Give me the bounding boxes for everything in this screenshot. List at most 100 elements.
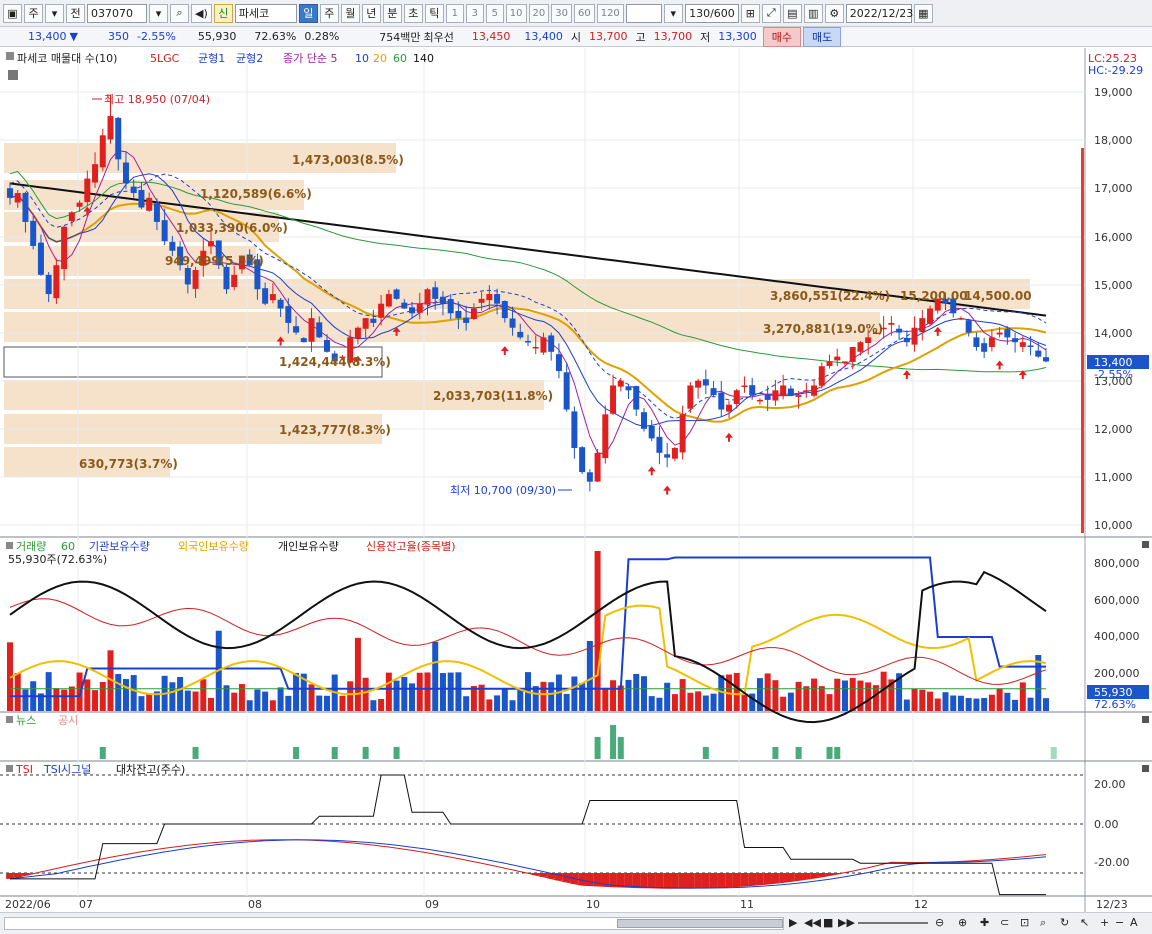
font-icon[interactable]: A (1130, 916, 1138, 929)
interval-120[interactable]: 120 (596, 3, 624, 23)
interval-5[interactable]: 5 (485, 3, 504, 23)
volume-bar (934, 698, 941, 711)
zoom-in-icon[interactable]: ⊕ (958, 916, 967, 929)
layout-icon[interactable]: ▣ (3, 3, 22, 23)
y-tick: 800,000 (1094, 557, 1140, 570)
custom-interval-input[interactable] (625, 3, 662, 23)
stock-chart[interactable]: 1,473,003(8.5%) 1,120,589(6.6%) 1,033,39… (0, 48, 1152, 912)
candle-body (795, 395, 802, 397)
font-increase-icon[interactable]: + (1100, 916, 1109, 929)
legend-balance1: 균형1 (198, 52, 225, 65)
vp-label: 1,473,003(8.5%) (292, 153, 404, 167)
sell-button[interactable]: 매도 (803, 26, 842, 47)
period-select[interactable]: 주 (24, 3, 43, 23)
tab-second[interactable]: 초 (403, 3, 423, 23)
interval-3[interactable]: 3 (465, 3, 484, 23)
speaker-icon[interactable]: ◀) (191, 3, 212, 23)
tab-week[interactable]: 주 (319, 3, 339, 23)
candle-body (45, 274, 52, 295)
volume-bar (184, 690, 191, 711)
volume-bar (277, 687, 284, 711)
save-icon[interactable]: ▥ (803, 3, 823, 23)
price-line-label: 14,500.00 (964, 289, 1032, 303)
candle-body (53, 265, 60, 299)
stock-code-input[interactable]: 037070 (87, 3, 147, 23)
x-tick: 08 (248, 898, 262, 911)
stock-name-field[interactable]: 파세코 (234, 3, 297, 23)
scrollbar-track[interactable] (4, 917, 784, 930)
chevron-down-icon[interactable]: ▾ (663, 3, 683, 23)
best-bid: 13,400 (524, 30, 563, 43)
calendar-icon[interactable]: ▦ (913, 3, 933, 23)
candle-body (470, 308, 477, 319)
volume-bar (741, 693, 748, 711)
quote-bar: 13,400 ▼ 350 -2.55% 55,930 72.63% 0.28% … (0, 26, 1152, 47)
volume-bar (138, 696, 145, 711)
volume-bar (965, 698, 972, 711)
scrollbar-thumb[interactable] (617, 919, 783, 928)
tab-tick[interactable]: 틱 (424, 3, 444, 23)
chevron-down-icon[interactable]: ▾ (149, 3, 168, 23)
volume-bar (710, 693, 717, 711)
panel-collapse-icon[interactable] (1142, 541, 1149, 548)
candle-body (409, 307, 416, 314)
tab-minute[interactable]: 분 (382, 3, 402, 23)
interval-60[interactable]: 60 (573, 3, 595, 23)
gear-icon[interactable]: ⚙ (824, 3, 844, 23)
font-decrease-icon[interactable]: − (1115, 916, 1124, 929)
candle-body (826, 361, 833, 366)
current-price: 13,400 (28, 30, 67, 43)
stop-icon[interactable]: ■ (823, 916, 833, 929)
rewind-icon[interactable]: ◀◀ (804, 916, 821, 929)
crosshair-icon[interactable]: ✚ (980, 916, 989, 929)
candle-body (648, 425, 655, 439)
candle-body (138, 189, 145, 208)
count-field[interactable]: 130/600 (684, 3, 739, 23)
panel-collapse-icon[interactable] (1142, 716, 1149, 723)
candle-body (602, 414, 609, 459)
legend-individual: 개인보유수량 (278, 540, 339, 553)
search-icon[interactable]: ⌕ (170, 3, 189, 23)
interval-20[interactable]: 20 (528, 3, 550, 23)
candle-body (525, 340, 531, 343)
candle-body (509, 318, 516, 328)
legend-ma20: 20 (373, 52, 387, 65)
forward-icon[interactable]: ▶▶ (838, 916, 855, 929)
zoom-area-icon[interactable]: ⊡ (1020, 916, 1029, 929)
tab-month[interactable]: 월 (340, 3, 360, 23)
y-tick: 20.00 (1094, 778, 1126, 791)
x-tick: 07 (79, 898, 93, 911)
vp-label: 3,860,551(22.4%) (770, 289, 890, 303)
search-icon[interactable]: ⌕ (1040, 916, 1046, 930)
refresh-icon[interactable]: ↻ (1060, 916, 1069, 929)
interval-10[interactable]: 10 (505, 3, 527, 23)
candle-body (733, 390, 740, 404)
chart-type-icon[interactable]: ▤ (782, 3, 802, 23)
magnet-icon[interactable]: ⊂ (1000, 916, 1009, 929)
volume-bar (834, 678, 841, 711)
chevron-down-icon[interactable]: ▾ (45, 3, 64, 23)
panel-collapse-icon[interactable] (1142, 765, 1149, 772)
interval-30[interactable]: 30 (551, 3, 572, 23)
volume-bar (269, 700, 276, 711)
candle-body (671, 448, 678, 459)
candle-body (378, 303, 385, 318)
prev-button[interactable]: 전 (66, 3, 85, 23)
zoom-out-icon[interactable]: ⊖ (935, 916, 944, 929)
zoom-slider[interactable] (858, 922, 928, 924)
draw-icon[interactable]: ⤢ (761, 3, 781, 23)
indicator-icon[interactable]: ⊞ (740, 3, 760, 23)
date-input[interactable]: 2022/12/23 (845, 3, 913, 23)
current-pct-tag: -2.55% (1094, 368, 1133, 381)
candle-body (223, 266, 230, 290)
arrow-icon[interactable]: ↖ (1080, 916, 1089, 929)
volume-bar (586, 641, 593, 711)
volume-bar (996, 688, 1003, 711)
candle-body (555, 354, 562, 372)
scroll-right-icon[interactable]: ▶ (789, 916, 797, 929)
candle-body (354, 327, 361, 339)
tab-year[interactable]: 년 (361, 3, 381, 23)
tab-day[interactable]: 일 (298, 3, 318, 23)
interval-1[interactable]: 1 (445, 3, 464, 23)
buy-button[interactable]: 매수 (762, 26, 802, 47)
